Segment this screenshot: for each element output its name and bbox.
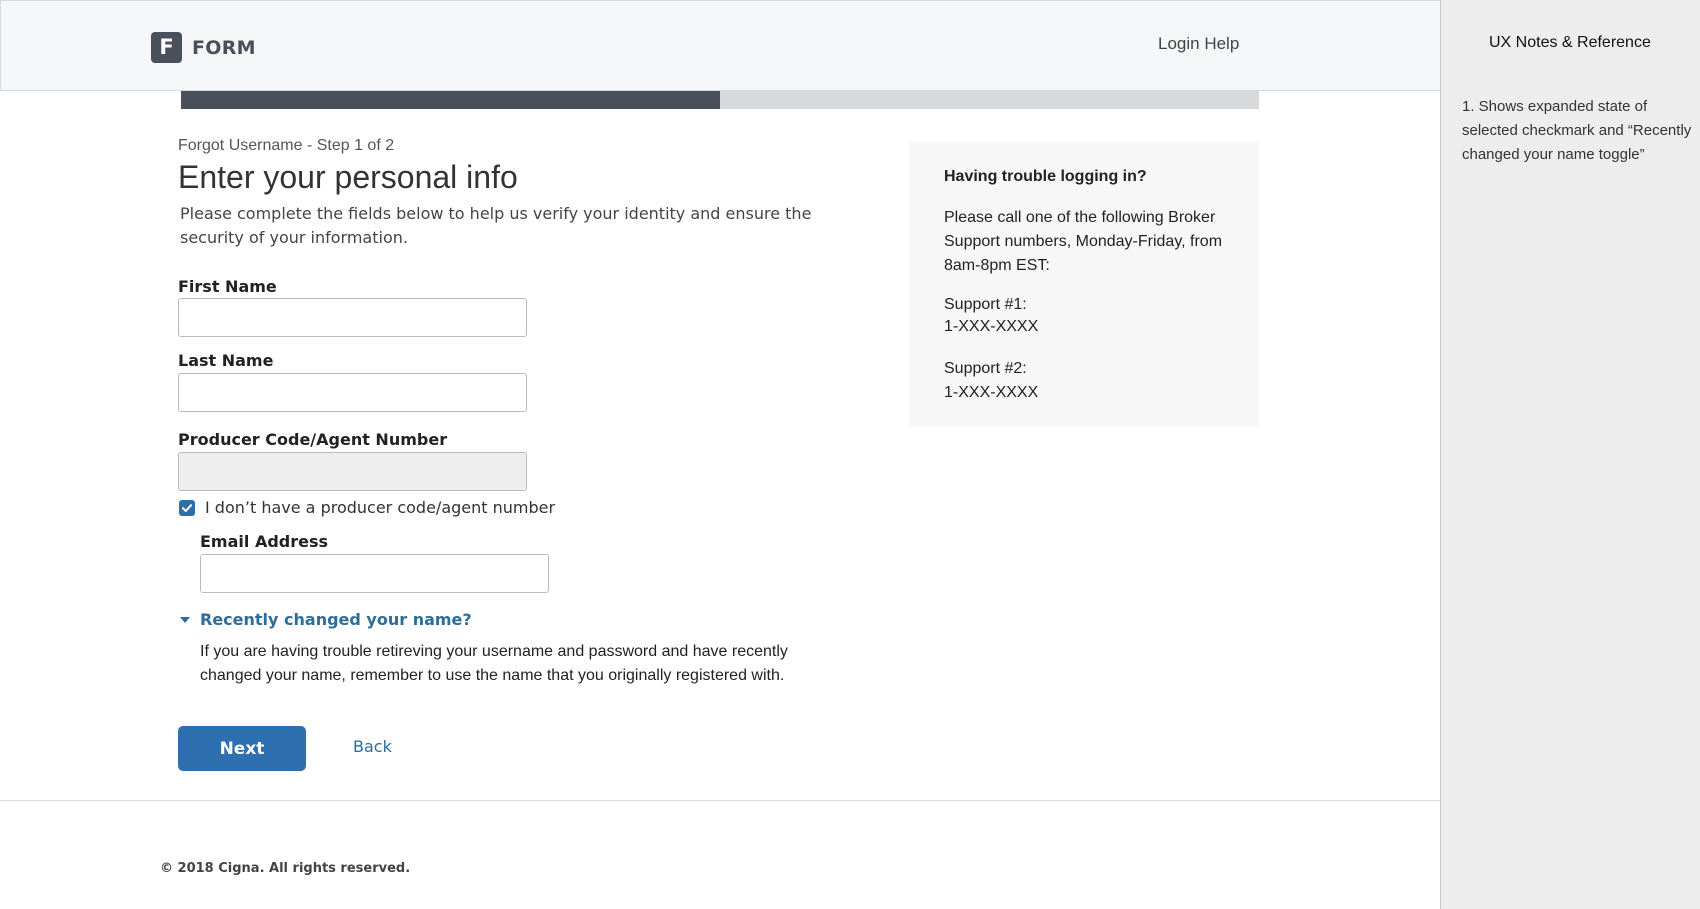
help-text: Please call one of the following Broker … — [944, 209, 1223, 274]
next-button[interactable]: Next — [178, 726, 306, 771]
support-1-number: 1-XXX-XXXX — [944, 318, 1039, 335]
footer: © 2018 Cigna. All rights reserved. — [0, 800, 1440, 909]
notes-title: UX Notes & Reference — [1489, 34, 1651, 51]
logo-text: FORM — [192, 36, 256, 59]
recently-changed-name-toggle[interactable]: Recently changed your name? — [179, 610, 472, 629]
first-name-label: First Name — [178, 277, 277, 296]
intro-text: Please complete the fields below to help… — [180, 204, 812, 247]
notes-body: 1. Shows expanded state of selected chec… — [1462, 98, 1692, 163]
logo-icon: F — [151, 32, 182, 63]
page-title: Enter your personal info — [178, 159, 518, 195]
no-producer-code-checkbox[interactable] — [179, 500, 195, 516]
progress-bar — [181, 91, 1259, 109]
back-link[interactable]: Back — [353, 737, 392, 756]
last-name-input[interactable] — [178, 373, 527, 412]
no-producer-code-label[interactable]: I don’t have a producer code/agent numbe… — [205, 498, 555, 517]
caret-down-icon — [180, 616, 190, 623]
producer-code-input[interactable] — [178, 452, 527, 491]
header: F FORM Login Help — [0, 0, 1440, 91]
recently-changed-name-label: Recently changed your name? — [200, 610, 472, 629]
logo[interactable]: F FORM — [151, 32, 256, 63]
first-name-input[interactable] — [178, 298, 527, 337]
ux-notes-panel: UX Notes & Reference 1. Shows expanded s… — [1440, 0, 1700, 909]
last-name-label: Last Name — [178, 351, 274, 370]
email-label: Email Address — [200, 532, 329, 551]
support-2-label: Support #2: — [944, 360, 1027, 377]
support-2-number: 1-XXX-XXXX — [944, 384, 1039, 401]
producer-code-label: Producer Code/Agent Number — [178, 430, 448, 449]
email-input[interactable] — [200, 554, 549, 593]
copyright: © 2018 Cigna. All rights reserved. — [160, 861, 411, 876]
step-label: Forgot Username - Step 1 of 2 — [178, 137, 395, 154]
support-1-label: Support #1: — [944, 296, 1027, 313]
checkmark-icon — [182, 504, 192, 512]
help-panel: Having trouble logging in? Please call o… — [909, 142, 1259, 427]
help-title: Having trouble logging in? — [944, 168, 1147, 185]
progress-bar-fill — [181, 91, 720, 109]
recently-changed-name-text: If you are having trouble retireving you… — [200, 643, 788, 684]
login-help-link[interactable]: Login Help — [1158, 34, 1239, 54]
